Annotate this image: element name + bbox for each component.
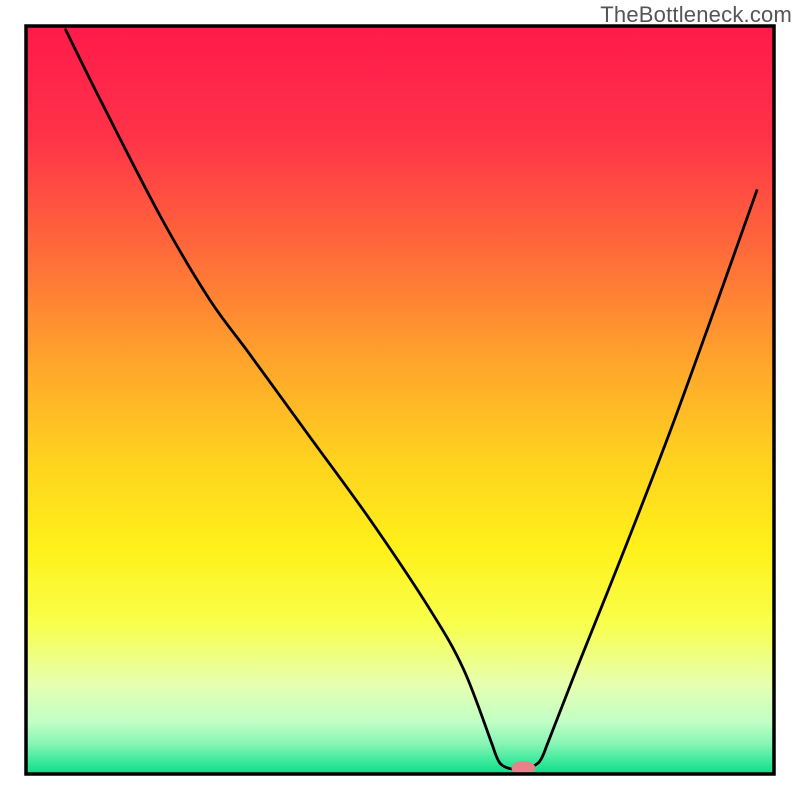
watermark-text: TheBottleneck.com xyxy=(600,2,792,28)
gradient-background xyxy=(26,26,774,774)
chart-container: TheBottleneck.com xyxy=(0,0,800,800)
bottleneck-chart xyxy=(0,0,800,800)
